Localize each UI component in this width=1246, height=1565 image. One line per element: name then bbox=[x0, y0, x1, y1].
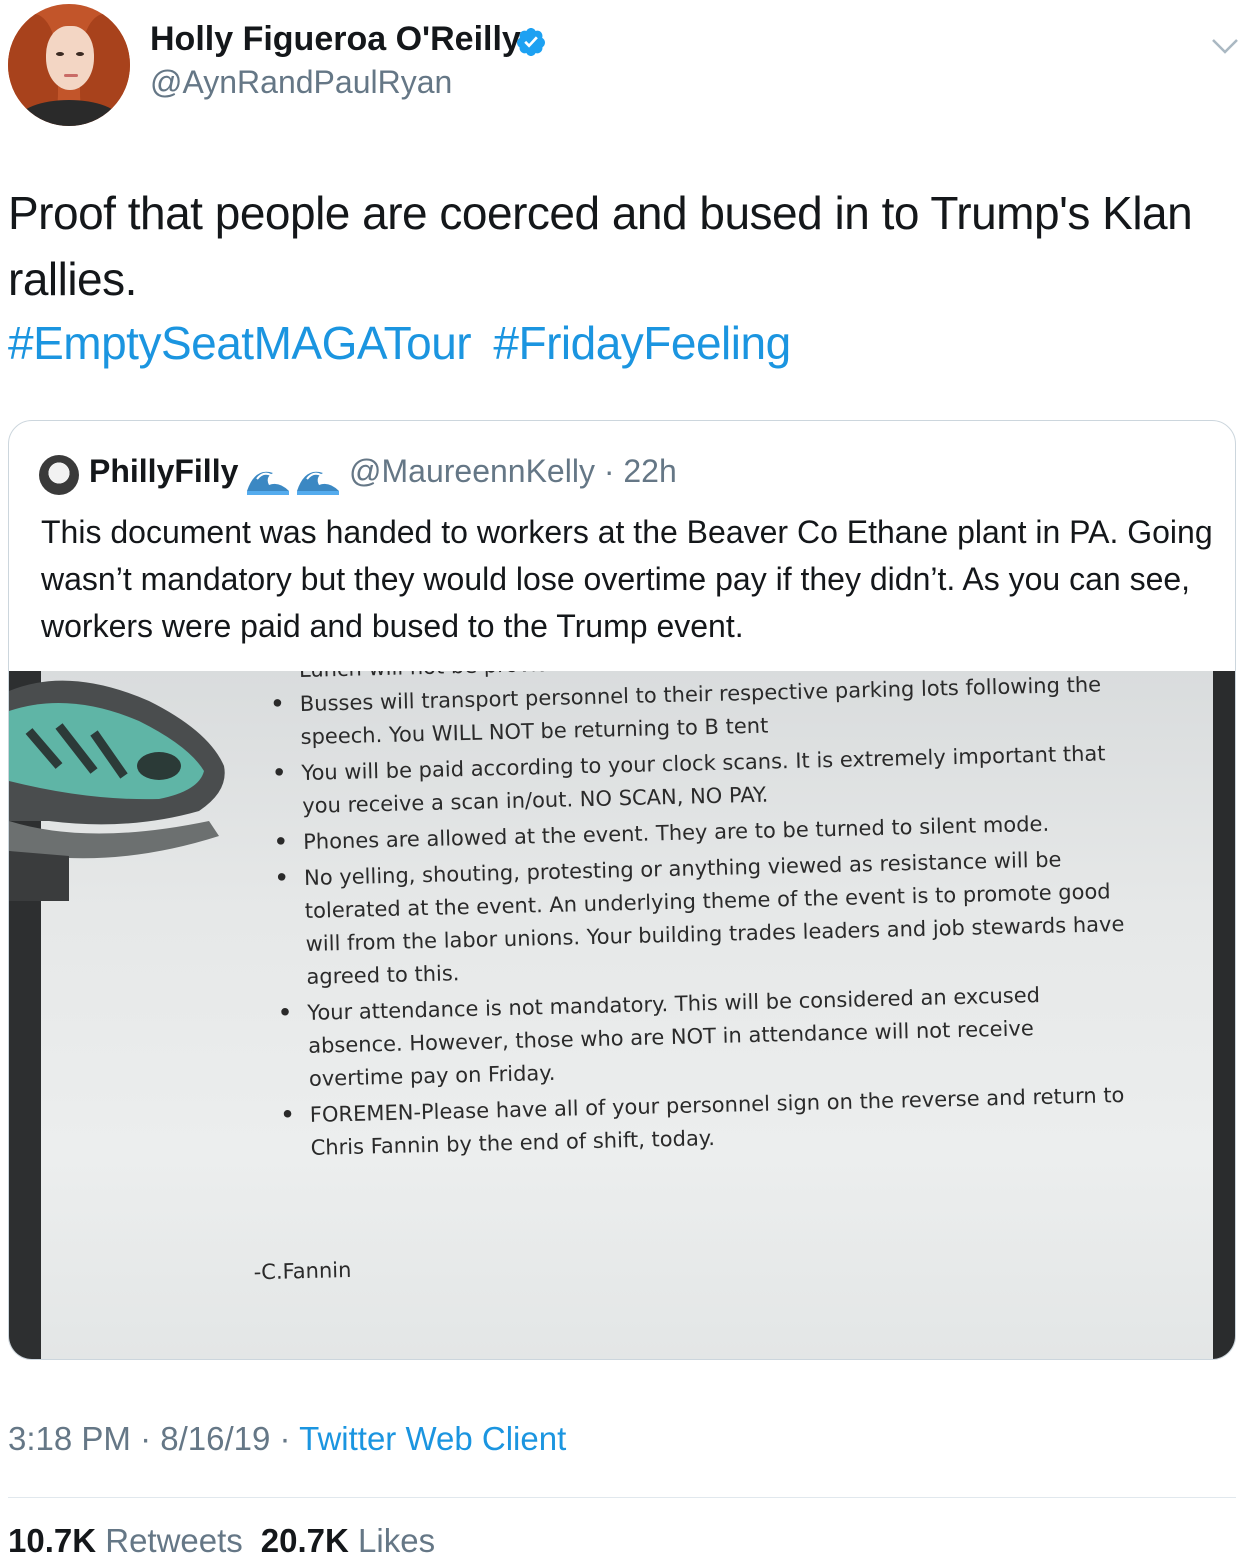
document-bullet-list: Busses will transport personnel to their… bbox=[259, 671, 1130, 1169]
author-avatar[interactable] bbox=[8, 4, 130, 126]
hashtag-link[interactable]: #FridayFeeling bbox=[493, 317, 791, 369]
verified-badge-icon bbox=[516, 28, 545, 56]
document-text: Lunch will not be provided Busses will t… bbox=[253, 671, 1156, 1359]
quoted-author-name: PhillyFilly bbox=[89, 453, 239, 489]
retweets-stat[interactable]: 10.7K Retweets bbox=[8, 1522, 243, 1559]
shoe-image bbox=[9, 680, 225, 901]
photo-background-edge bbox=[1213, 671, 1235, 1359]
meta-separator: · bbox=[140, 1420, 152, 1457]
author-handle[interactable]: @AynRandPaulRyan bbox=[150, 64, 452, 101]
quoted-tweet-text: This document was handed to workers at t… bbox=[41, 514, 1213, 644]
quoted-author-avatar bbox=[39, 455, 79, 495]
tweet-stats: 10.7K Retweets 20.7K Likes bbox=[8, 1522, 435, 1560]
meta-separator: · bbox=[279, 1420, 291, 1457]
wave-emoji-icon bbox=[247, 471, 339, 495]
hashtags: #EmptySeatMAGATour #FridayFeeling bbox=[8, 310, 801, 376]
hashtag-link[interactable]: #EmptySeatMAGATour bbox=[8, 317, 472, 369]
likes-label: Likes bbox=[358, 1522, 436, 1559]
author-display-name[interactable]: Holly Figueroa O'Reilly bbox=[150, 20, 521, 59]
document-signature: -C.Fannin bbox=[253, 1257, 352, 1285]
quoted-tweet-card[interactable]: PhillyFilly @MaureennKelly · 22h This do… bbox=[8, 420, 1236, 1360]
tweet-text: Proof that people are coerced and bused … bbox=[8, 187, 1193, 305]
tweet-date[interactable]: 8/16/19 bbox=[160, 1420, 270, 1457]
retweets-count: 10.7K bbox=[8, 1522, 97, 1559]
tweet-client-link[interactable]: Twitter Web Client bbox=[299, 1420, 566, 1457]
likes-stat[interactable]: 20.7K Likes bbox=[261, 1522, 435, 1559]
chevron-down-icon[interactable] bbox=[1210, 36, 1240, 56]
retweets-label: Retweets bbox=[105, 1522, 243, 1559]
tweet-time[interactable]: 3:18 PM bbox=[8, 1420, 131, 1457]
likes-count: 20.7K bbox=[260, 1522, 349, 1559]
document-bullet: Your attendance is not mandatory. This w… bbox=[267, 977, 1129, 1097]
document-bullet: No yelling, shouting, protesting or anyt… bbox=[264, 842, 1127, 995]
tweet-meta: 3:18 PM · 8/16/19 · Twitter Web Client bbox=[8, 1420, 566, 1458]
divider bbox=[8, 1497, 1236, 1498]
quoted-handle-time: @MaureennKelly · 22h bbox=[349, 453, 677, 489]
quoted-tweet-photo[interactable]: Lunch will not be provided Busses will t… bbox=[9, 671, 1235, 1359]
